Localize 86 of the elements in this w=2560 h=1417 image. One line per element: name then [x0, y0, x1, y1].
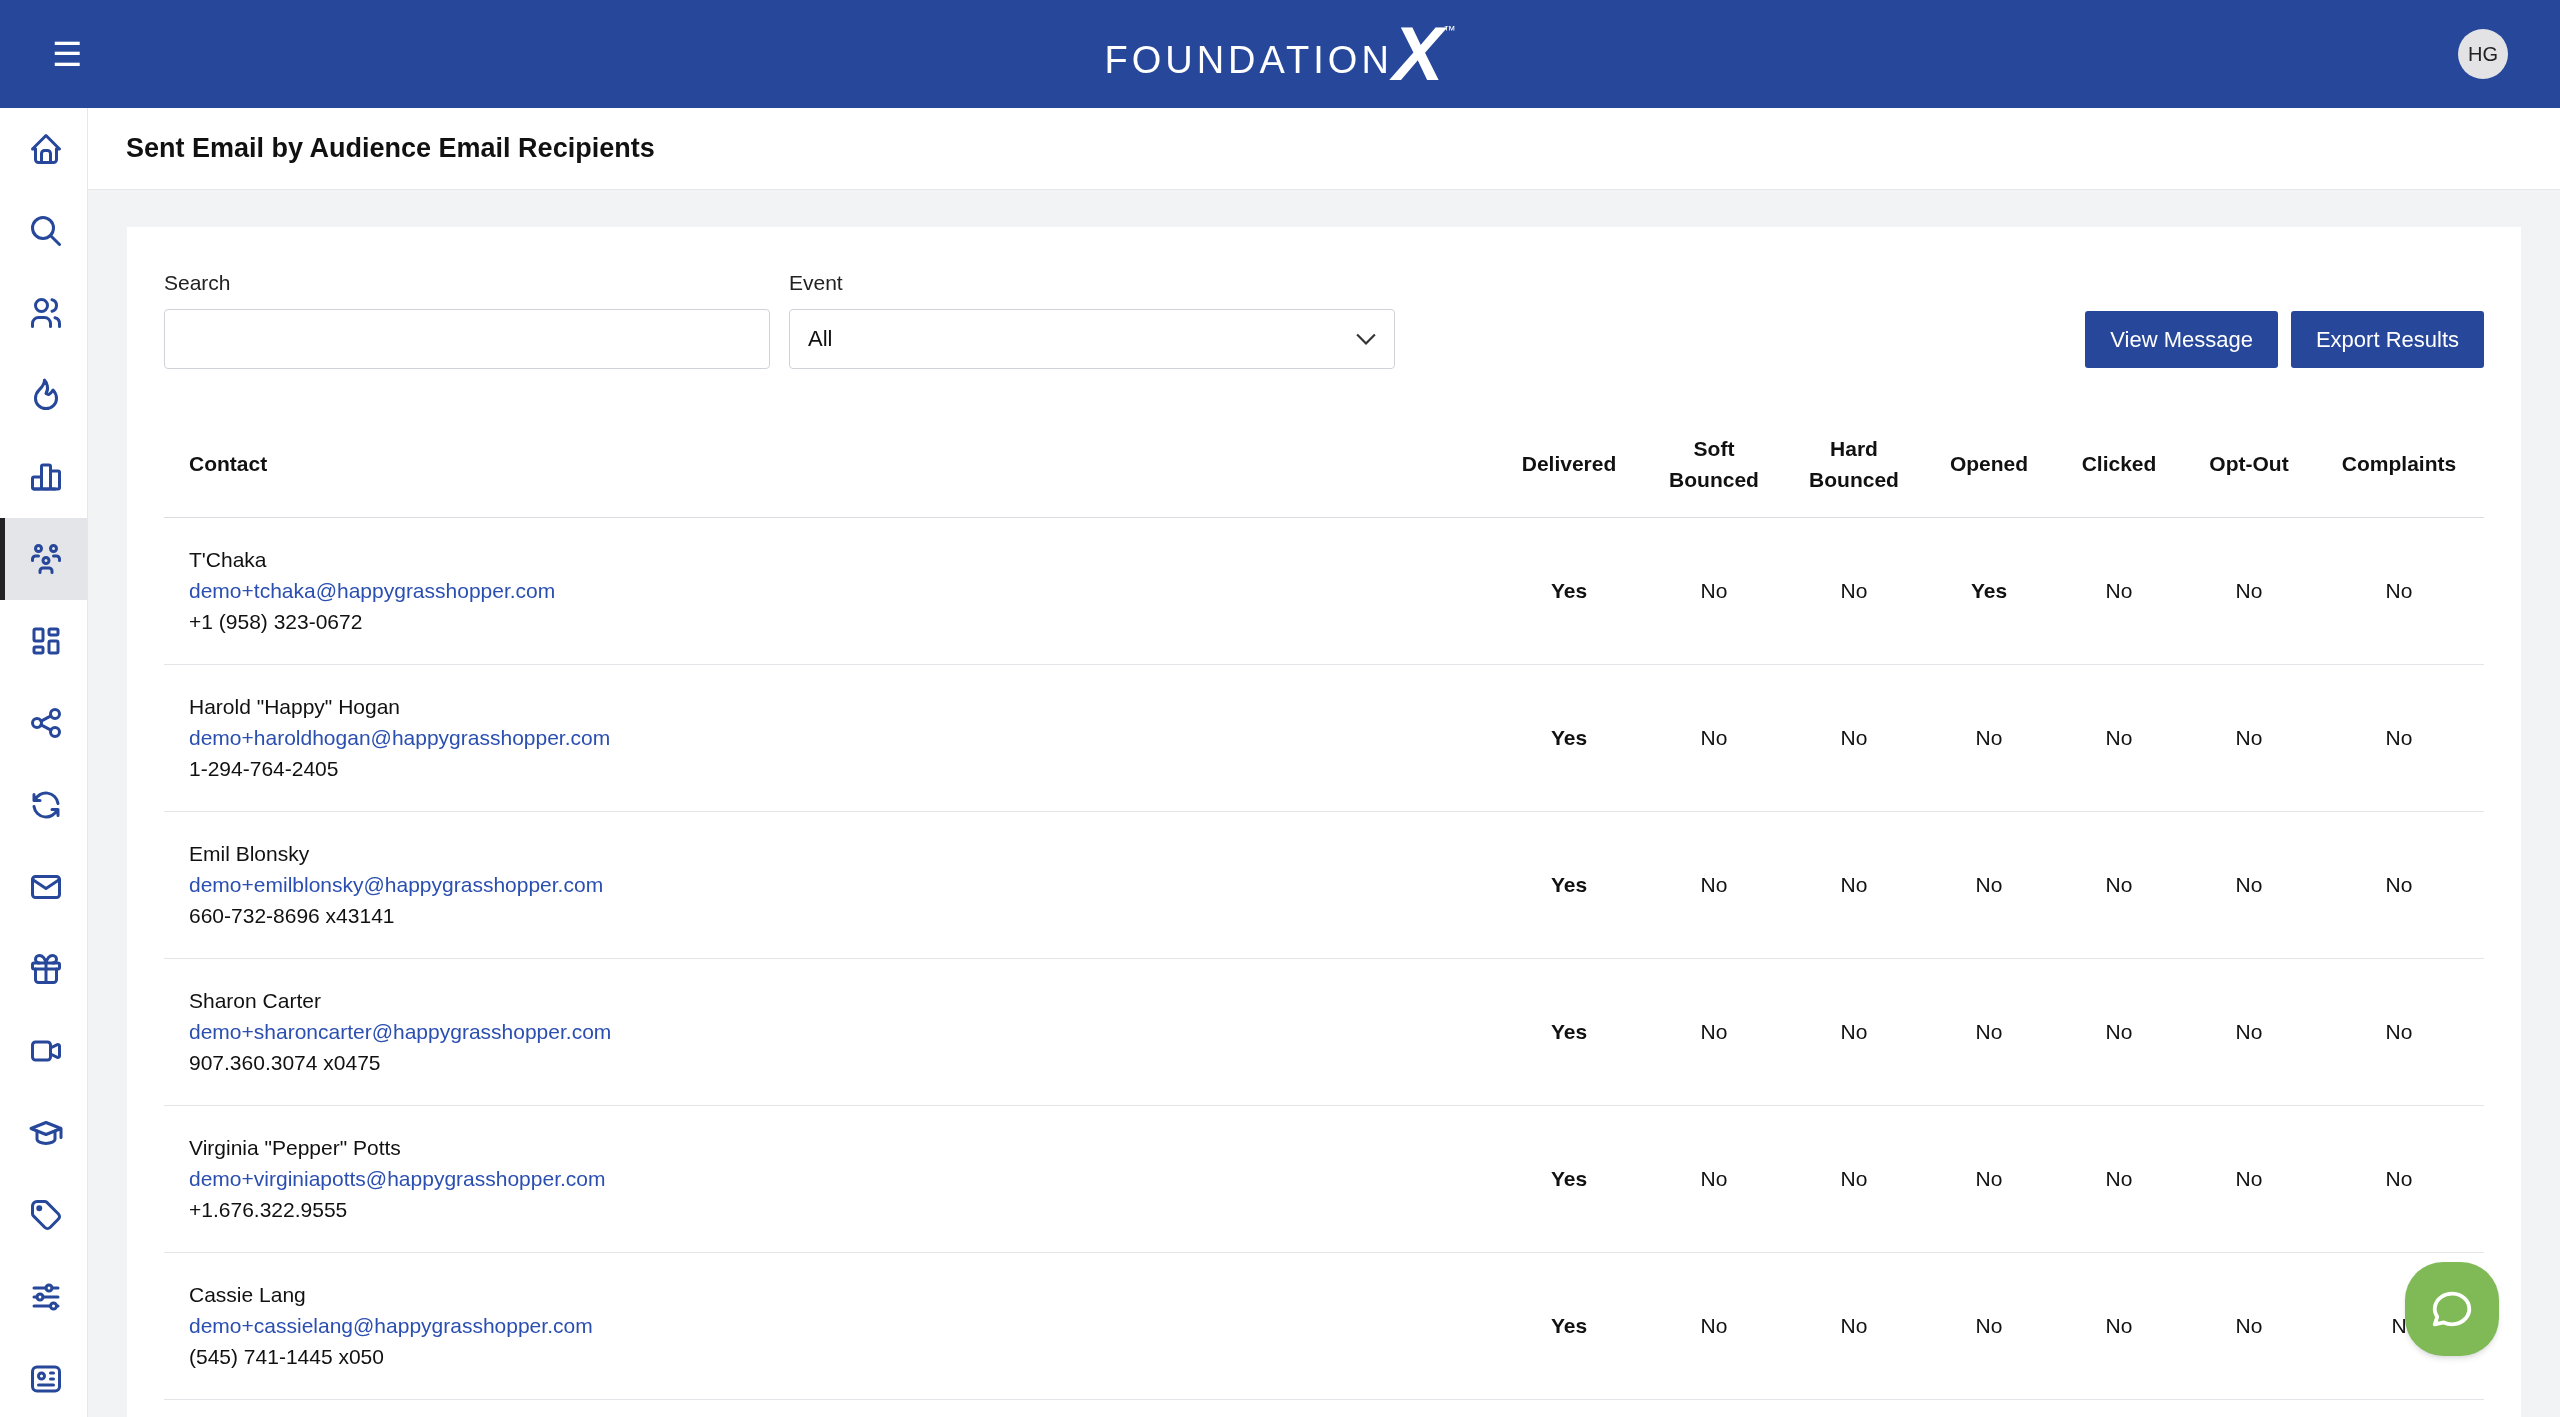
status-value: No: [2385, 577, 2413, 604]
contact-phone: 660-732-8696 x43141: [189, 903, 395, 929]
tag-icon: [28, 1197, 64, 1233]
status-value: Yes: [1550, 1312, 1588, 1339]
column-header: Delivered: [1521, 451, 1617, 477]
column-header: Contact: [189, 451, 268, 475]
event-dropdown[interactable]: All: [789, 308, 1395, 369]
status-value: No: [2385, 871, 2413, 898]
status-value: No: [2235, 1312, 2263, 1339]
status-value: No: [2235, 1165, 2263, 1192]
contact-name: Harold "Happy" Hogan: [189, 694, 401, 720]
search-icon: [28, 213, 64, 249]
status-value: No: [1975, 1018, 2003, 1045]
contact-phone: (545) 741-1445 x050: [189, 1344, 384, 1370]
contact-email-link[interactable]: demo+sharoncarter@happygrasshopper.com: [189, 1016, 612, 1047]
status-value: No: [1975, 1312, 2003, 1339]
status-value: No: [1975, 1165, 2003, 1192]
status-value: No: [2235, 577, 2263, 604]
status-value: No: [1700, 1312, 1728, 1339]
sidebar-item[interactable]: [0, 518, 87, 600]
status-value: Yes: [1550, 724, 1588, 751]
contact-email-link[interactable]: demo+cassielang@happygrasshopper.com: [189, 1310, 593, 1341]
column-header: Opened: [1949, 451, 2029, 477]
contact-phone: 907.360.3074 x0475: [189, 1050, 381, 1076]
status-value: No: [1840, 1165, 1868, 1192]
contact-email-link[interactable]: demo+tchaka@happygrasshopper.com: [189, 575, 556, 606]
status-value: N: [2391, 1312, 2407, 1339]
status-value: Yes: [1550, 871, 1588, 898]
column-header: Clicked: [2081, 451, 2157, 477]
status-value: No: [2105, 724, 2133, 751]
menu-button[interactable]: ☰: [52, 37, 82, 71]
contact-phone: +1 (958) 323-0672: [189, 609, 363, 635]
users-icon: [28, 295, 64, 331]
contact-name: Sharon Carter: [189, 988, 321, 1014]
status-value: No: [2235, 871, 2263, 898]
home-icon: [28, 131, 64, 167]
status-value: No: [2105, 1312, 2133, 1339]
status-value: No: [1840, 1018, 1868, 1045]
contact-name: Virginia "Pepper" Potts: [189, 1135, 401, 1161]
contact-name: Emil Blonsky: [189, 841, 310, 867]
status-value: No: [1700, 1165, 1728, 1192]
search-label: Search: [164, 270, 232, 296]
event-label: Event: [789, 270, 844, 296]
gift-icon: [28, 951, 64, 987]
export-results-button[interactable]: Export Results: [2290, 310, 2484, 368]
status-value: No: [2105, 577, 2133, 604]
group-icon: [28, 541, 64, 577]
status-value: No: [2105, 871, 2133, 898]
avatar[interactable]: HG: [2458, 29, 2508, 79]
status-value: Yes: [1550, 577, 1588, 604]
contact-phone: +1.676.322.9555: [189, 1197, 348, 1223]
status-value: No: [1840, 871, 1868, 898]
contact-email-link[interactable]: demo+emilblonsky@happygrasshopper.com: [189, 869, 604, 900]
view-message-button[interactable]: View Message: [2085, 310, 2278, 368]
status-value: No: [1840, 577, 1868, 604]
column-header: Complaints: [2341, 451, 2457, 477]
status-value: No: [2105, 1018, 2133, 1045]
contact-phone: 1-294-764-2405: [189, 756, 339, 782]
status-value: No: [1700, 577, 1728, 604]
status-value: Yes: [1550, 1165, 1588, 1192]
column-header: Hard Bounced: [1808, 435, 1900, 493]
status-value: No: [2385, 724, 2413, 751]
contact-email-link[interactable]: demo+haroldhogan@happygrasshopper.com: [189, 722, 611, 753]
status-value: No: [2385, 1165, 2413, 1192]
search-field[interactable]: [164, 308, 770, 369]
contact-name: Cassie Lang: [189, 1282, 306, 1308]
status-value: No: [1700, 1018, 1728, 1045]
status-value: Yes: [1970, 577, 2008, 604]
column-header: Soft Bounced: [1668, 435, 1760, 493]
share-icon: [28, 705, 64, 741]
status-value: No: [2385, 1018, 2413, 1045]
status-value: No: [1840, 724, 1868, 751]
contact-name: T'Chaka: [189, 547, 267, 573]
status-value: No: [2105, 1165, 2133, 1192]
chevron-down-icon: [1356, 332, 1376, 345]
status-value: No: [2235, 1018, 2263, 1045]
status-value: No: [1700, 871, 1728, 898]
status-value: No: [1700, 724, 1728, 751]
status-value: No: [2235, 724, 2263, 751]
contact-email-link[interactable]: demo+virginiapotts@happygrasshopper.com: [189, 1163, 606, 1194]
status-value: No: [1975, 724, 2003, 751]
status-value: No: [1975, 871, 2003, 898]
column-header: Opt-Out: [2209, 451, 2289, 477]
status-value: No: [1840, 1312, 1868, 1339]
page-title: Sent Email by Audience Email Recipients: [126, 132, 655, 166]
status-value: Yes: [1550, 1018, 1588, 1045]
